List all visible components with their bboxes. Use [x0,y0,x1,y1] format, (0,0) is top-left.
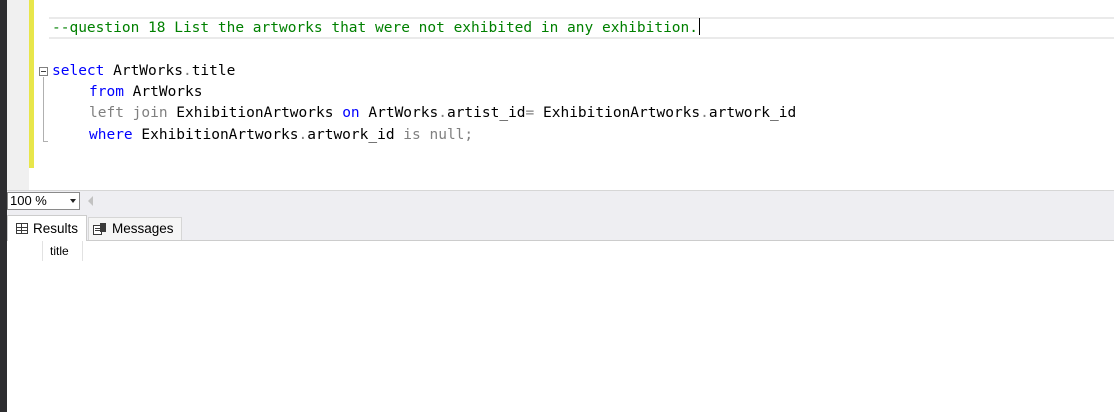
keyword-join: join [123,105,168,121]
tab-results-label: Results [33,220,79,236]
tab-messages-label: Messages [112,221,174,236]
fold-guide-line [43,77,44,142]
identifier: ExhibitionArtworks [167,105,343,121]
results-tab-strip: Results Messages [7,211,1114,241]
code-line-join[interactable]: left join ExhibitionArtworks on ArtWorks… [89,103,796,124]
results-grid[interactable]: title [7,241,1114,412]
keyword-select: select [52,63,105,79]
keyword-from: from [89,84,124,100]
fold-guide-end [43,141,48,142]
identifier: ExhibitionArtworks [132,127,299,143]
tab-results[interactable]: Results [7,215,87,241]
query-editor[interactable]: --question 18 List the artworks that wer… [7,0,1114,190]
identifier: ArtWorks [359,105,439,121]
code-line-select[interactable]: select ArtWorks.title [52,61,235,82]
keyword-where: where [89,127,133,143]
identifier: title [191,63,236,79]
code-line-from[interactable]: from ArtWorks [89,82,203,103]
operator-dot: . [438,105,447,121]
identifier: artwork_id [307,127,404,143]
operator-dot: . [700,105,709,121]
identifier: artist_id [446,105,526,121]
change-tracking-bar [29,0,34,168]
identifier: artwork_id [708,105,797,121]
scroll-left-arrow-icon[interactable] [88,196,93,206]
ssms-query-window: --question 18 List the artworks that wer… [0,0,1114,412]
code-line-where[interactable]: where ExhibitionArtworks.artwork_id is n… [89,125,473,146]
keyword-null: null [420,127,465,143]
zoom-dropdown[interactable]: 100 % [7,192,80,210]
text-caret [699,18,701,35]
identifier: ExhibitionArtworks [534,105,701,121]
operator-dot: . [298,127,308,143]
row-header-corner[interactable] [7,241,43,261]
tab-messages[interactable]: Messages [88,217,182,240]
keyword-left: left [89,105,124,121]
code-line-comment[interactable]: --question 18 List the artworks that wer… [52,18,701,39]
keyword-is: is [403,127,421,143]
operator-equals: = [525,105,535,121]
messages-icon [93,223,107,235]
comment-text: --question 18 List the artworks that wer… [52,20,699,36]
identifier: ArtWorks [104,63,183,79]
grid-icon [16,223,28,234]
chevron-down-icon[interactable] [70,199,76,203]
identifier: ArtWorks [123,84,203,100]
operator-dot: . [182,63,192,79]
editor-status-bar: 100 % [7,190,1114,211]
zoom-value: 100 % [10,193,47,208]
editor-gutter [7,0,29,190]
column-header-title[interactable]: title [43,241,83,261]
left-panel-edge [0,0,7,412]
keyword-on: on [342,105,360,121]
operator-semicolon: ; [464,127,474,143]
collapse-minus-icon[interactable] [39,67,48,76]
